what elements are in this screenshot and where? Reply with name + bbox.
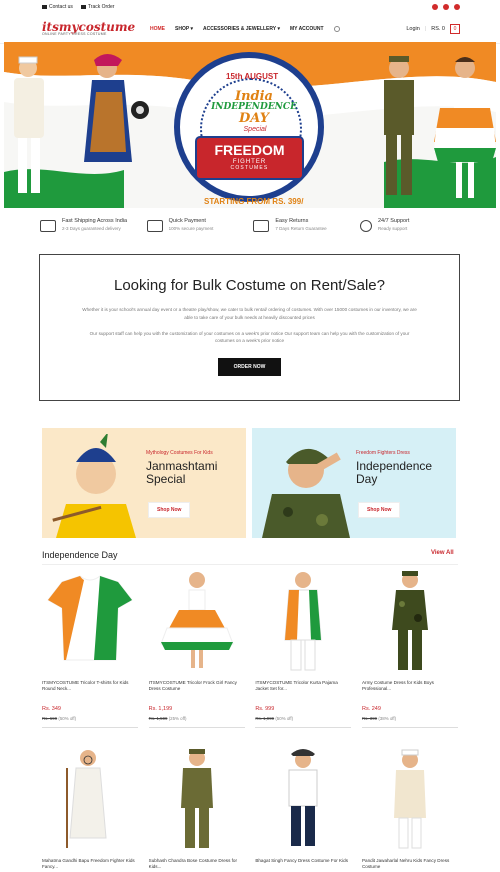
- card-icon: [146, 220, 163, 232]
- product-image[interactable]: [362, 748, 458, 852]
- cart-total: RS. 0: [431, 25, 445, 32]
- card-divider: [148, 727, 245, 728]
- promo-independence-day[interactable]: Freedom Fighters Dress Independence Day …: [252, 428, 456, 538]
- kid-krishna-figure: [52, 434, 136, 538]
- hero-banner[interactable]: 15th AUGUST India INDEPENDENCE DAY Speci…: [4, 42, 496, 208]
- bulk-order-section: Looking for Bulk Costume on Rent/Sale? W…: [39, 254, 460, 401]
- cart-icon[interactable]: 0: [450, 23, 460, 34]
- youtube-icon[interactable]: [454, 4, 460, 10]
- section-divider: [42, 564, 458, 565]
- freedom-fighter-badge: FREEDOM FIGHTER COSTUMES: [197, 138, 302, 178]
- card-divider: [255, 727, 352, 728]
- features-strip: Fast Shipping Across India 2-3 Days guara…: [40, 218, 460, 232]
- contact-link[interactable]: Contact us: [42, 4, 73, 10]
- product-card[interactable]: ITSMYCOSTUME Tricolor Kurta Pajama Jacke…: [255, 570, 352, 728]
- product-card[interactable]: Army Costume Dress for Kids Boys Profess…: [361, 570, 458, 728]
- shop-now-janmashtami-button[interactable]: Shop Now: [148, 502, 191, 518]
- product-card[interactable]: ITSMYCOSTUME Tricolor Frock Girl Fancy D…: [148, 570, 245, 728]
- truck-icon: [40, 220, 56, 232]
- card-divider: [42, 727, 138, 728]
- tricolor-kurta-image: [284, 572, 322, 671]
- order-now-button[interactable]: ORDER NOW: [217, 358, 282, 377]
- kid-army-figure: [384, 56, 414, 195]
- product-image[interactable]: [42, 570, 138, 674]
- section-title: Independence Day: [42, 550, 118, 560]
- bulk-support-text: Our support staff can help you with the …: [89, 330, 410, 344]
- bulk-heading: Looking for Bulk Costume on Rent/Sale?: [114, 277, 385, 294]
- site-header: itsmycostume ONLINE PARTY DRESS COSTUME …: [0, 14, 500, 44]
- feature-shipping: Fast Shipping Across India 2-3 Days guara…: [40, 218, 140, 232]
- search-icon[interactable]: [333, 25, 340, 32]
- nav-my-account[interactable]: MY ACCOUNT: [290, 26, 324, 32]
- product-card[interactable]: Subhash Chandra Bose Costume Dress for K…: [149, 748, 245, 872]
- product-image[interactable]: [255, 570, 351, 674]
- kid-tricolor-frock-figure: [434, 57, 496, 198]
- promo-janmashtami[interactable]: Mythology Costumes For Kids Janmashtami …: [42, 428, 246, 538]
- product-image[interactable]: [149, 570, 245, 674]
- kid-maratha-figure: [84, 54, 149, 162]
- view-all-link[interactable]: View All: [431, 550, 454, 556]
- product-image[interactable]: [149, 748, 245, 852]
- banner-title: India INDEPENDENCE DAY: [211, 89, 297, 126]
- product-image[interactable]: [362, 570, 458, 674]
- product-card[interactable]: Mahatma Gandhi Bapu Freedom Fighter Kids…: [42, 748, 138, 872]
- facebook-icon[interactable]: [432, 4, 438, 10]
- card-divider: [361, 727, 458, 728]
- nehru-costume-image: [393, 749, 426, 849]
- main-nav: HOME SHOP ▾ ACCESSORIES & JEWELLERY ▾ MY…: [150, 25, 340, 32]
- feature-returns: Easy Returns 7 Days Return Guarantee: [253, 218, 353, 232]
- gandhi-costume-image: [66, 750, 107, 848]
- cart-count: 0: [453, 25, 457, 32]
- product-image[interactable]: [255, 748, 351, 852]
- kid-soldier-figure: [262, 448, 350, 538]
- nav-shop[interactable]: SHOP ▾: [175, 26, 193, 32]
- product-grid-row-1: ITSMYCOSTUME Tricolor T-shirts for Kids …: [42, 570, 458, 728]
- kid-nehru-figure: [14, 56, 44, 193]
- subhash-bose-costume-image: [180, 749, 213, 848]
- headset-icon: [359, 220, 372, 232]
- product-card[interactable]: Bhagat Singh Fancy Dress Costume For Kid…: [255, 748, 351, 872]
- feature-payment: Quick Payment 100% secure payment: [146, 218, 247, 232]
- bulk-description: Whether it is your school's annual day e…: [82, 307, 417, 320]
- phone-icon: [42, 4, 47, 9]
- login-link[interactable]: Login: [406, 26, 419, 32]
- product-image[interactable]: [42, 748, 138, 852]
- product-grid-row-2: Mahatma Gandhi Bapu Freedom Fighter Kids…: [42, 748, 458, 872]
- site-logo[interactable]: itsmycostume ONLINE PARTY DRESS COSTUME: [42, 21, 142, 37]
- army-costume-image: [391, 571, 428, 670]
- tricolor-frock-image: [159, 572, 234, 668]
- instagram-icon[interactable]: [443, 4, 449, 10]
- product-card[interactable]: ITSMYCOSTUME Tricolor T-shirts for Kids …: [42, 570, 138, 728]
- bhagat-singh-costume-image: [288, 749, 318, 846]
- product-card[interactable]: Pandit Jawaharlal Nehru Kids Fancy Dress…: [362, 748, 458, 872]
- return-box-icon: [253, 220, 270, 232]
- top-bar: Contact us Track Order: [0, 0, 500, 14]
- feature-support: 24/7 Support Ready support: [359, 218, 460, 232]
- truck-icon: [80, 4, 86, 9]
- tricolor-tshirt-image: [47, 575, 133, 661]
- nav-home[interactable]: HOME: [150, 26, 165, 32]
- nav-accessories[interactable]: ACCESSORIES & JEWELLERY ▾: [203, 26, 280, 32]
- shop-now-independence-button[interactable]: Shop Now: [358, 502, 401, 518]
- track-order-link[interactable]: Track Order: [80, 4, 114, 10]
